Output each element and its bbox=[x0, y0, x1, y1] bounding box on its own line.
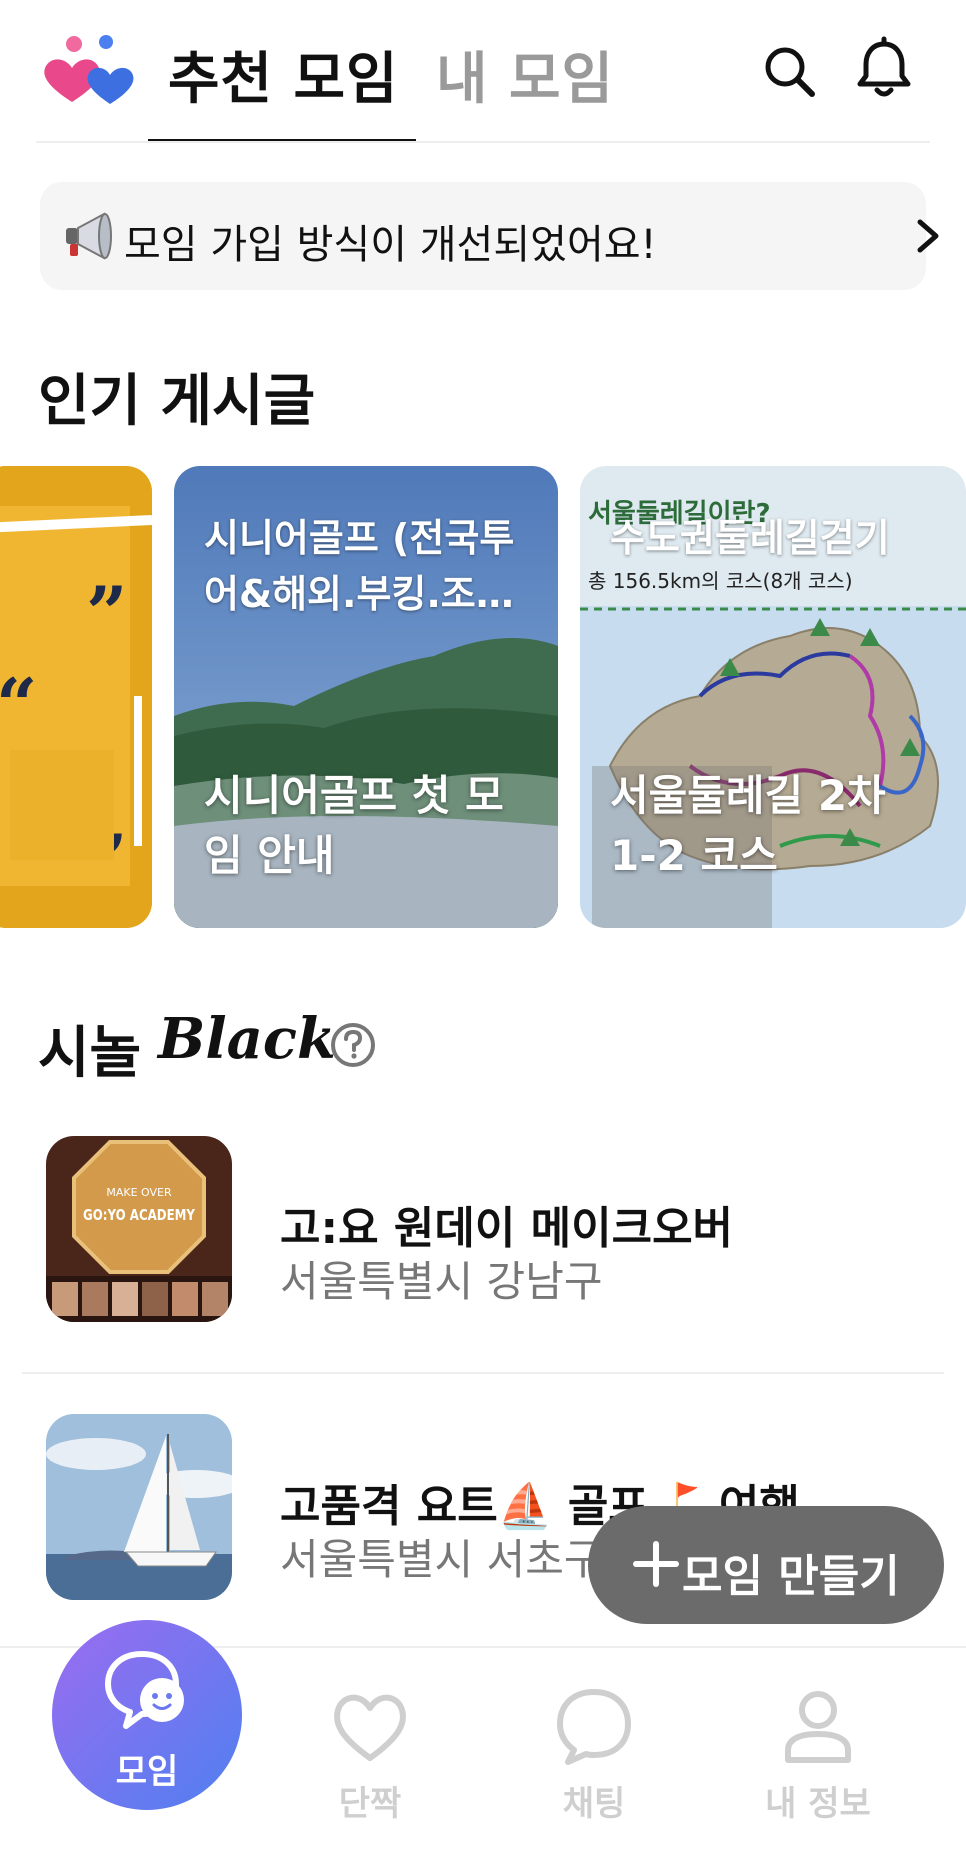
card-group-name: 시니어골프 (전국투어&해외.부킹.조… bbox=[204, 516, 515, 616]
nav-label-moim: 모임 bbox=[115, 1752, 179, 1792]
list-divider bbox=[22, 1372, 944, 1374]
makeover-thumbnail-image: MAKE OVER GO:YO ACADEMY bbox=[46, 1136, 232, 1322]
card-post-title: 서울둘레길 2차 1-2 코스 bbox=[610, 771, 886, 880]
popular-posts-title: 인기 게시글 bbox=[38, 369, 316, 434]
bottom-navigation: 모임 단짝 채팅 내 정보 bbox=[0, 1620, 966, 1866]
megaphone-icon bbox=[66, 212, 112, 260]
nav-label-chat: 채팅 bbox=[562, 1784, 626, 1824]
app-logo-icon bbox=[44, 35, 134, 104]
nav-label-partner: 단짝 bbox=[338, 1784, 402, 1824]
yacht-thumbnail-image bbox=[46, 1414, 232, 1600]
heart-icon bbox=[334, 1694, 406, 1761]
help-circle-icon[interactable] bbox=[330, 1022, 376, 1068]
svg-text:“: “ bbox=[0, 662, 37, 747]
quote-poster-image: ” “ ” bbox=[0, 466, 152, 928]
map-sub-text: 총 156.5km의 코스(8개 코스) bbox=[588, 569, 853, 593]
plus-icon bbox=[633, 1541, 679, 1587]
chat-bubble-icon bbox=[557, 1689, 631, 1765]
nav-item-chat[interactable]: 채팅 bbox=[514, 1648, 674, 1866]
card-post-title: 시니어골프 첫 모임 안내 bbox=[204, 771, 504, 880]
notice-text: 모임 가입 방식이 개선되었어요! bbox=[124, 222, 657, 268]
card-group-name: 수도권둘레길걷기 bbox=[610, 516, 890, 560]
svg-text:”: ” bbox=[86, 570, 127, 655]
group-thumbnail: MAKE OVER GO:YO ACADEMY bbox=[46, 1136, 232, 1322]
thumb-logo-text: GO:YO ACADEMY bbox=[83, 1206, 196, 1224]
moim-chat-icon bbox=[105, 1651, 184, 1729]
list-item[interactable]: MAKE OVER GO:YO ACADEMY 고:요 원데이 메이크오버 서울… bbox=[0, 1136, 966, 1326]
search-icon[interactable] bbox=[758, 40, 822, 104]
top-header: 추천 모임 내 모임 bbox=[0, 0, 966, 144]
create-group-label: 모임 만들기 bbox=[682, 1551, 900, 1602]
create-group-button[interactable]: 모임 만들기 bbox=[588, 1506, 944, 1624]
tab-recommended[interactable]: 추천 모임 bbox=[168, 34, 399, 115]
popular-card-seoul[interactable]: 서울둘레길이란? 총 156.5km의 코스(8개 코스) 수도권둘레길걷기 서… bbox=[580, 466, 966, 928]
tab-my-meetings[interactable]: 내 모임 bbox=[436, 34, 614, 115]
black-script-label: Black bbox=[158, 1006, 336, 1072]
popular-card-golf[interactable]: 시니어골프 (전국투어&해외.부킹.조… 시니어골프 첫 모임 안내 bbox=[174, 466, 558, 928]
person-icon bbox=[785, 1691, 851, 1763]
nav-item-partner[interactable]: 단짝 bbox=[290, 1648, 450, 1866]
nav-label-my-info: 내 정보 bbox=[765, 1784, 871, 1824]
chevron-right-icon bbox=[917, 219, 939, 253]
header-divider bbox=[36, 141, 930, 143]
nav-item-moim[interactable]: 모임 bbox=[52, 1620, 242, 1810]
group-location: 서울특별시 강남구 bbox=[280, 1257, 603, 1306]
black-section-title: 시놀 bbox=[38, 1021, 142, 1086]
group-title: 고:요 원데이 메이크오버 bbox=[280, 1203, 734, 1254]
popular-card-partial[interactable]: ” “ ” bbox=[0, 466, 152, 928]
thumb-small-text: MAKE OVER bbox=[106, 1186, 172, 1199]
nav-item-my-info[interactable]: 내 정보 bbox=[738, 1648, 898, 1866]
bell-icon[interactable] bbox=[852, 36, 916, 100]
notice-banner[interactable]: 모임 가입 방식이 개선되었어요! bbox=[40, 182, 939, 290]
group-location: 서울특별시 서초구 bbox=[280, 1535, 603, 1584]
group-thumbnail bbox=[46, 1414, 232, 1600]
